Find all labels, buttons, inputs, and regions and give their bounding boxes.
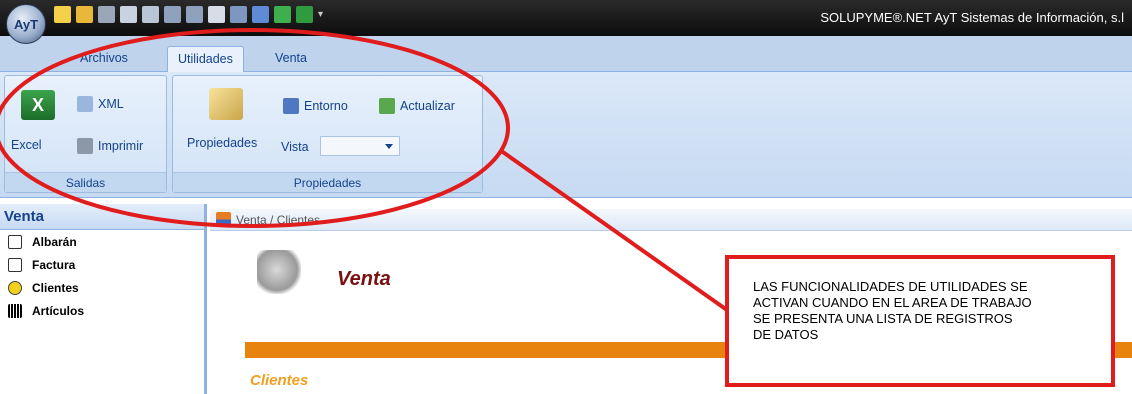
nav-item-albaran[interactable]: Albarán bbox=[0, 230, 204, 253]
document-tab[interactable]: Venta / Clientes bbox=[210, 209, 1132, 231]
open-icon[interactable] bbox=[76, 6, 93, 23]
xml-label: XML bbox=[98, 97, 124, 111]
handshake-icon bbox=[257, 250, 301, 294]
ribbon-tabs: Archivos Utilidades Venta bbox=[0, 36, 1132, 72]
chevron-down-icon bbox=[385, 144, 393, 149]
entorno-label: Entorno bbox=[304, 99, 348, 113]
xml-button[interactable]: XML bbox=[77, 96, 124, 112]
app-logo-text: AyT bbox=[13, 16, 39, 32]
nav-item-articulos[interactable]: Artículos bbox=[0, 299, 204, 322]
smiley-icon bbox=[8, 280, 22, 295]
new-icon[interactable] bbox=[54, 6, 71, 23]
group-label-salidas: Salidas bbox=[5, 172, 166, 192]
entorno-button[interactable]: Entorno bbox=[283, 98, 348, 114]
nav-item-label: Albarán bbox=[32, 234, 77, 249]
excel-button[interactable]: Excel bbox=[11, 138, 42, 152]
grid-icon[interactable] bbox=[120, 6, 137, 23]
tab-archivos[interactable]: Archivos bbox=[70, 46, 138, 72]
group-label-propiedades: Propiedades bbox=[173, 172, 482, 192]
redo-icon[interactable] bbox=[186, 6, 203, 23]
save-icon[interactable] bbox=[208, 6, 225, 23]
refresh-icon bbox=[379, 98, 395, 114]
nav-pane-header: Venta bbox=[0, 204, 204, 230]
actualizar-button[interactable]: Actualizar bbox=[379, 98, 455, 114]
albaran-icon bbox=[8, 234, 22, 249]
annotation-note: LAS FUNCIONALIDADES DE UTILIDADES SE ACT… bbox=[725, 255, 1115, 387]
entorno-icon bbox=[283, 98, 299, 114]
imprimir-label: Imprimir bbox=[98, 139, 144, 153]
document-tab-title: Venta / Clientes bbox=[236, 213, 321, 227]
quick-access-toolbar: ▾ bbox=[54, 6, 328, 23]
group-propiedades: Propiedades Entorno Actualizar Vista Pro… bbox=[172, 75, 483, 193]
ribbon: X Excel XML Imprimir Salidas Propiedades… bbox=[0, 72, 1132, 198]
xml-icon bbox=[77, 96, 93, 112]
window-title: SOLUPYME®.NET AyT Sistemas de Informació… bbox=[820, 10, 1124, 25]
excel-icon[interactable]: X bbox=[21, 90, 55, 120]
excel-label: Excel bbox=[11, 138, 42, 152]
grid-icon-2[interactable] bbox=[142, 6, 159, 23]
nav-item-label: Clientes bbox=[32, 280, 79, 295]
propiedades-label: Propiedades bbox=[187, 136, 258, 150]
propiedades-button[interactable]: Propiedades bbox=[187, 136, 257, 150]
edit-icon[interactable] bbox=[230, 6, 247, 23]
left-nav-pane: Venta Albarán Factura Clientes Artículos bbox=[0, 204, 207, 394]
group-salidas: X Excel XML Imprimir Salidas bbox=[4, 75, 167, 193]
dropdown-icon[interactable]: ▾ bbox=[318, 6, 328, 23]
nav-item-factura[interactable]: Factura bbox=[0, 253, 204, 276]
actualizar-label: Actualizar bbox=[400, 99, 455, 113]
barcode-icon bbox=[8, 303, 22, 318]
window-icon bbox=[216, 212, 231, 227]
printer-icon bbox=[77, 138, 93, 154]
delete-icon[interactable] bbox=[98, 6, 115, 23]
imprimir-button[interactable]: Imprimir bbox=[77, 138, 143, 154]
factura-icon bbox=[8, 257, 22, 272]
nav-item-label: Factura bbox=[32, 257, 76, 272]
undo-icon[interactable] bbox=[164, 6, 181, 23]
vista-dropdown[interactable] bbox=[320, 136, 400, 156]
doc-icon[interactable] bbox=[274, 6, 291, 23]
vista-label: Vista bbox=[281, 140, 309, 154]
section-title: Clientes bbox=[250, 372, 309, 389]
page-title: Venta bbox=[337, 268, 391, 290]
tab-venta[interactable]: Venta bbox=[265, 46, 317, 72]
title-bar: ▾ SOLUPYME®.NET AyT Sistemas de Informac… bbox=[0, 0, 1132, 36]
properties-icon[interactable] bbox=[209, 88, 243, 120]
tab-utilidades[interactable]: Utilidades bbox=[167, 46, 244, 72]
nav-item-clientes[interactable]: Clientes bbox=[0, 276, 204, 299]
chart-icon[interactable] bbox=[252, 6, 269, 23]
application-button[interactable]: AyT bbox=[6, 4, 46, 44]
excel-icon[interactable] bbox=[296, 6, 313, 23]
nav-item-label: Artículos bbox=[32, 303, 85, 318]
